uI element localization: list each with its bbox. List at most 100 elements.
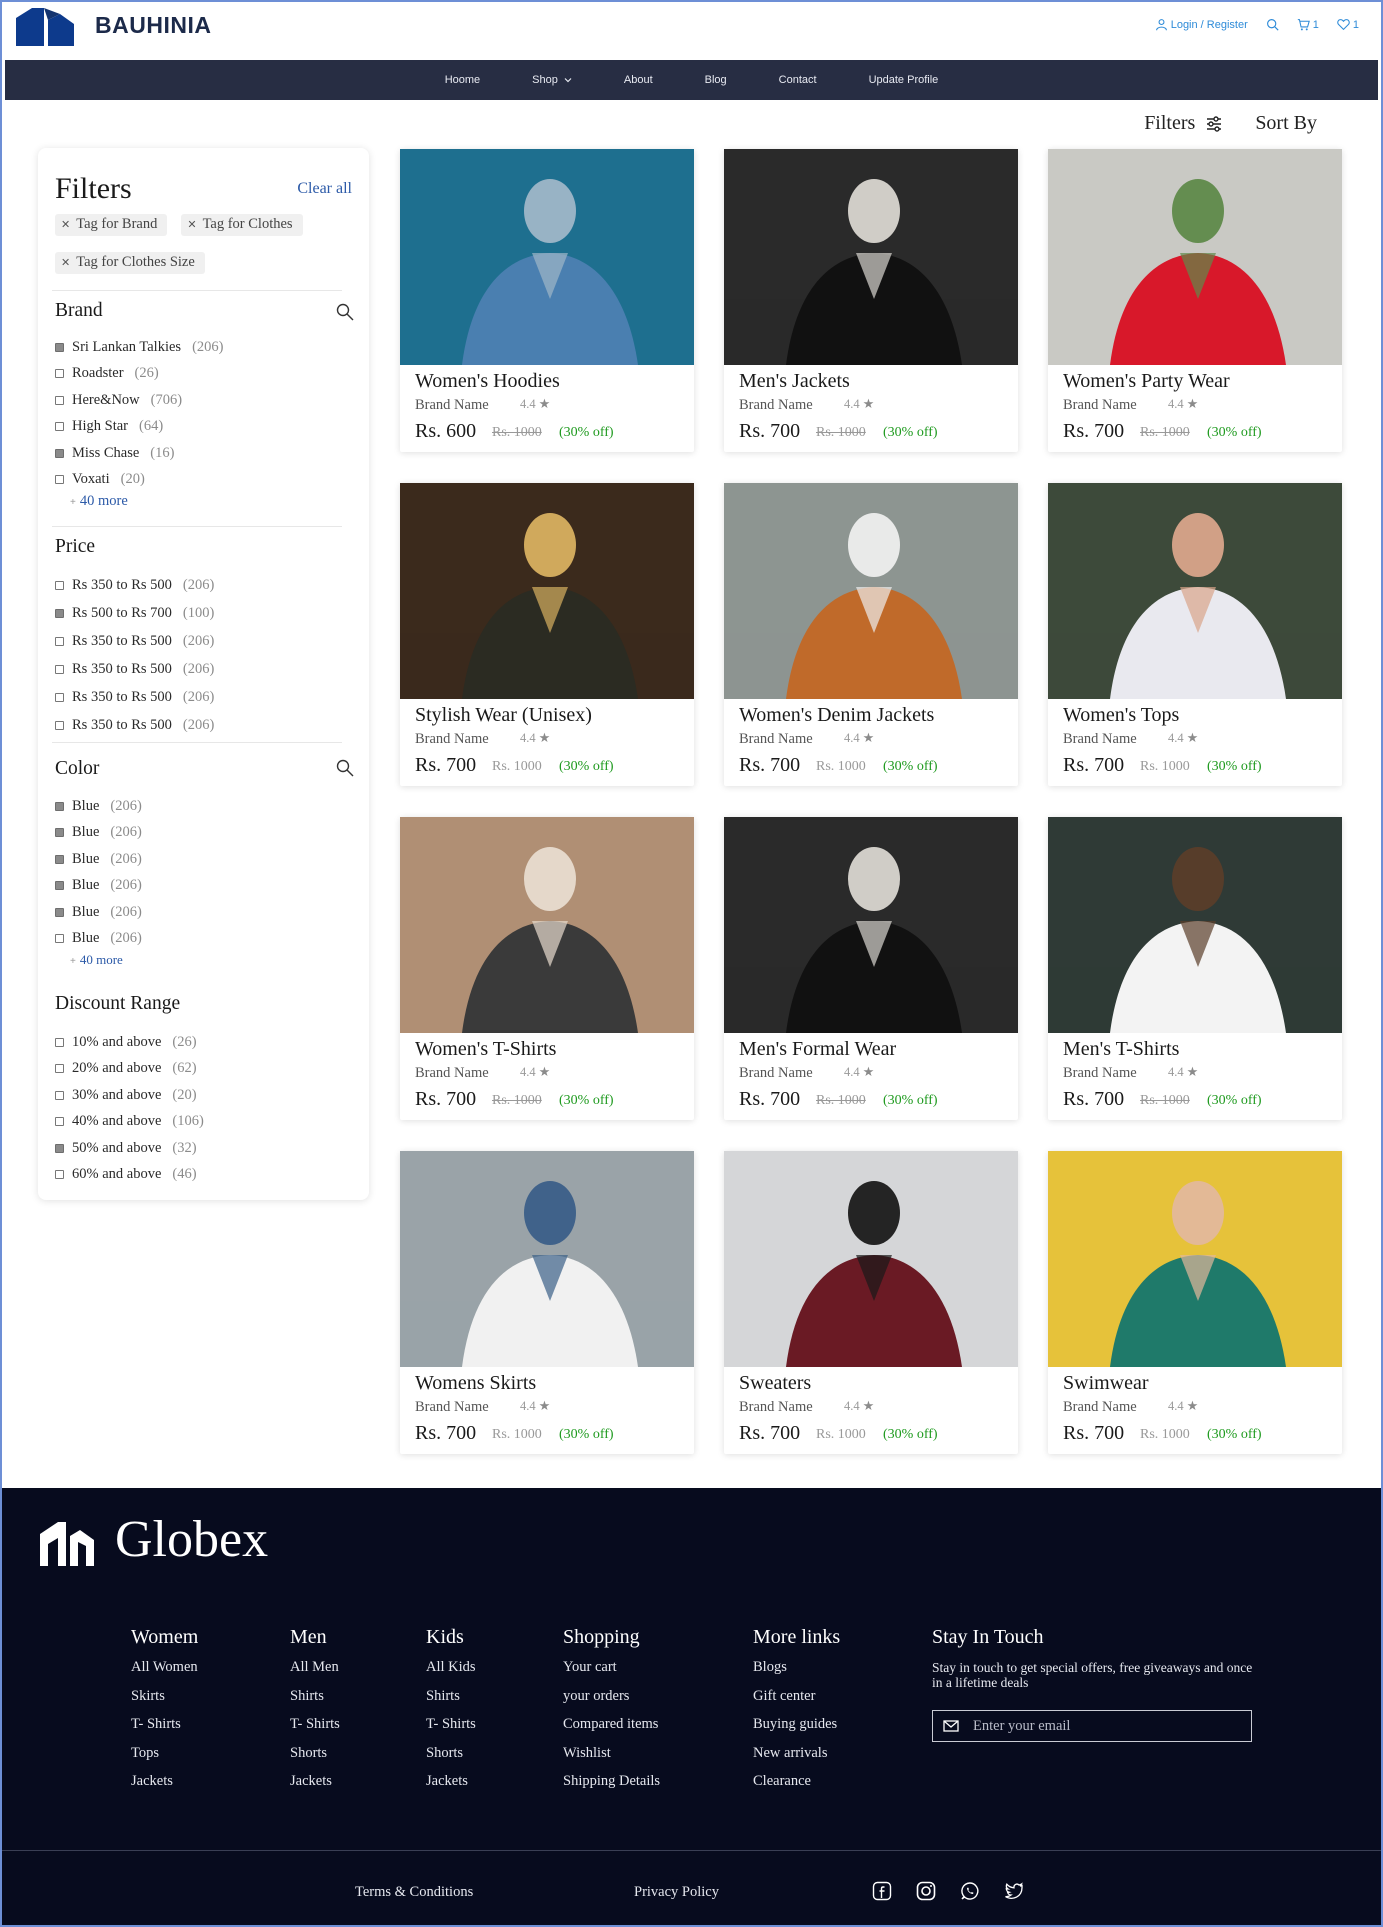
price-option[interactable]: Rs 500 to Rs 700 (100) — [55, 599, 214, 627]
color-option[interactable]: Blue (206) — [55, 793, 142, 820]
product-image[interactable] — [400, 1151, 694, 1367]
color-option[interactable]: Blue (206) — [55, 899, 142, 926]
nav-item-contact[interactable]: Contact — [753, 74, 843, 86]
checkbox[interactable] — [55, 1143, 64, 1153]
checkbox[interactable] — [55, 395, 64, 405]
product-card[interactable]: Women's Hoodies Brand Name 4.4 ★ Rs. 600… — [400, 149, 694, 452]
footer-link[interactable]: T- Shirts — [131, 1716, 198, 1745]
checkbox[interactable] — [55, 608, 64, 618]
color-more-link[interactable]: +40 more — [70, 952, 123, 968]
discount-option[interactable]: 40% and above (106) — [55, 1109, 204, 1136]
clear-all-link[interactable]: Clear all — [297, 180, 352, 198]
brand-name[interactable]: BAUHINIA — [95, 12, 211, 39]
search-icon[interactable] — [335, 302, 355, 322]
footer-link[interactable]: Tops — [131, 1745, 198, 1774]
footer-link[interactable]: New arrivals — [753, 1745, 840, 1774]
footer-link[interactable]: All Women — [131, 1659, 198, 1688]
footer-link[interactable]: Shirts — [426, 1688, 476, 1717]
brand-option[interactable]: Roadster (26) — [55, 361, 223, 388]
brand-more-link[interactable]: +40 more — [70, 493, 128, 510]
nav-item-home[interactable]: Hoome — [419, 74, 506, 86]
product-card[interactable]: Men's Jackets Brand Name 4.4 ★ Rs. 700 R… — [724, 149, 1018, 452]
filters-button[interactable]: Filters — [1144, 112, 1223, 135]
product-card[interactable]: Women's Tops Brand Name 4.4 ★ Rs. 700 Rs… — [1048, 483, 1342, 786]
instagram-icon[interactable] — [916, 1881, 936, 1901]
product-image[interactable] — [724, 149, 1018, 365]
cart-button[interactable]: 1 — [1297, 18, 1319, 31]
product-name[interactable]: Women's Tops — [1063, 704, 1179, 727]
product-card[interactable]: Stylish Wear (Unisex) Brand Name 4.4 ★ R… — [400, 483, 694, 786]
price-option[interactable]: Rs 350 to Rs 500 (206) — [55, 683, 214, 711]
footer-link[interactable]: T- Shirts — [290, 1716, 340, 1745]
footer-link[interactable]: Your cart — [563, 1659, 660, 1688]
product-image[interactable] — [400, 817, 694, 1033]
product-card[interactable]: Men's Formal Wear Brand Name 4.4 ★ Rs. 7… — [724, 817, 1018, 1120]
footer-link[interactable]: Shorts — [290, 1745, 340, 1774]
product-name[interactable]: Women's Hoodies — [415, 370, 560, 393]
checkbox[interactable] — [55, 1170, 64, 1180]
nav-item-update-profile[interactable]: Update Profile — [843, 74, 965, 86]
product-image[interactable] — [1048, 817, 1342, 1033]
checkbox[interactable] — [55, 422, 64, 432]
close-icon[interactable]: ✕ — [61, 218, 70, 231]
brand-option[interactable]: Voxati (20) — [55, 467, 223, 494]
filter-tag[interactable]: ✕ Tag for Clothes Size — [55, 252, 205, 274]
privacy-link[interactable]: Privacy Policy — [634, 1884, 719, 1901]
brand-option[interactable]: Miss Chase (16) — [55, 440, 223, 467]
product-card[interactable]: Swimwear Brand Name 4.4 ★ Rs. 700 Rs. 10… — [1048, 1151, 1342, 1454]
login-register-link[interactable]: Login / Register — [1155, 18, 1248, 31]
product-image[interactable] — [1048, 149, 1342, 365]
email-subscribe-box[interactable] — [932, 1710, 1252, 1742]
product-card[interactable]: Womens Skirts Brand Name 4.4 ★ Rs. 700 R… — [400, 1151, 694, 1454]
color-option[interactable]: Blue (206) — [55, 820, 142, 847]
product-image[interactable] — [724, 817, 1018, 1033]
product-name[interactable]: Swimwear — [1063, 1372, 1149, 1395]
product-name[interactable]: Men's T-Shirts — [1063, 1038, 1179, 1061]
twitter-icon[interactable] — [1004, 1881, 1024, 1901]
product-name[interactable]: Stylish Wear (Unisex) — [415, 704, 592, 727]
product-card[interactable]: Men's T-Shirts Brand Name 4.4 ★ Rs. 700 … — [1048, 817, 1342, 1120]
footer-link[interactable]: Compared items — [563, 1716, 660, 1745]
footer-link[interactable]: Jackets — [290, 1773, 340, 1802]
product-card[interactable]: Women's T-Shirts Brand Name 4.4 ★ Rs. 70… — [400, 817, 694, 1120]
checkbox[interactable] — [55, 664, 64, 674]
checkbox[interactable] — [55, 1090, 64, 1100]
close-icon[interactable]: ✕ — [61, 256, 70, 269]
checkbox[interactable] — [55, 801, 64, 811]
filter-tag[interactable]: ✕ Tag for Brand — [55, 214, 168, 236]
globex-logo-icon[interactable] — [38, 1518, 96, 1568]
footer-link[interactable]: Shirts — [290, 1688, 340, 1717]
footer-link[interactable]: Skirts — [131, 1688, 198, 1717]
checkbox[interactable] — [55, 1064, 64, 1074]
checkbox[interactable] — [55, 342, 64, 352]
price-option[interactable]: Rs 350 to Rs 500 (206) — [55, 711, 214, 739]
footer-link[interactable]: Blogs — [753, 1659, 840, 1688]
color-option[interactable]: Blue (206) — [55, 873, 142, 900]
product-card[interactable]: Women's Party Wear Brand Name 4.4 ★ Rs. … — [1048, 149, 1342, 452]
color-option[interactable]: Blue (206) — [55, 926, 142, 953]
product-name[interactable]: Women's Denim Jackets — [739, 704, 934, 727]
footer-brand[interactable]: Globex — [115, 1510, 268, 1569]
footer-link[interactable]: Buying guides — [753, 1716, 840, 1745]
discount-option[interactable]: 30% and above (20) — [55, 1082, 204, 1109]
checkbox[interactable] — [55, 881, 64, 891]
checkbox[interactable] — [55, 475, 64, 485]
footer-link[interactable]: All Kids — [426, 1659, 476, 1688]
product-image[interactable] — [724, 483, 1018, 699]
product-name[interactable]: Men's Formal Wear — [739, 1038, 896, 1061]
checkbox[interactable] — [55, 1117, 64, 1127]
price-option[interactable]: Rs 350 to Rs 500 (206) — [55, 627, 214, 655]
checkbox[interactable] — [55, 828, 64, 838]
product-image[interactable] — [1048, 1151, 1342, 1367]
product-image[interactable] — [400, 149, 694, 365]
brand-option[interactable]: Here&Now (706) — [55, 387, 223, 414]
checkbox[interactable] — [55, 636, 64, 646]
product-name[interactable]: Women's Party Wear — [1063, 370, 1230, 393]
nav-item-shop[interactable]: Shop — [506, 74, 598, 86]
footer-link[interactable]: All Men — [290, 1659, 340, 1688]
terms-link[interactable]: Terms & Conditions — [355, 1884, 473, 1901]
product-card[interactable]: Women's Denim Jackets Brand Name 4.4 ★ R… — [724, 483, 1018, 786]
close-icon[interactable]: ✕ — [187, 218, 196, 231]
nav-item-about[interactable]: About — [598, 74, 679, 86]
checkbox[interactable] — [55, 720, 64, 730]
